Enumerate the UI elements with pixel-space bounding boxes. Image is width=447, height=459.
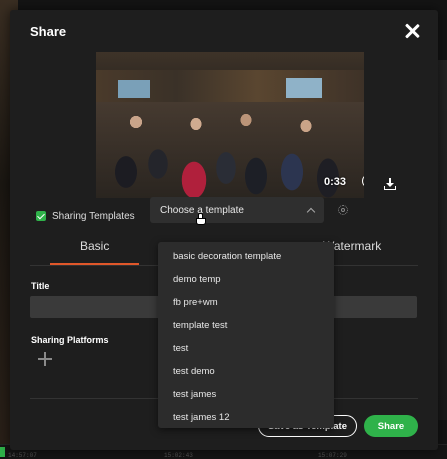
template-option[interactable]: fb pre+wm — [158, 291, 334, 314]
template-option[interactable]: test james 12 — [158, 406, 334, 429]
share-button[interactable]: Share — [364, 415, 418, 437]
share-modal: Share 0:33 Sharing Templates Choose a te… — [10, 10, 438, 450]
video-frame-screen — [118, 80, 150, 98]
video-preview[interactable]: 0:33 — [96, 52, 364, 198]
template-dropdown-menu: basic decoration template demo temp fb p… — [158, 242, 334, 428]
chevron-up-icon — [306, 207, 316, 216]
template-option[interactable]: template test — [158, 314, 334, 337]
plus-icon[interactable] — [38, 352, 52, 366]
modal-title: Share — [30, 24, 67, 39]
template-option[interactable]: test james — [158, 383, 334, 406]
timeline-tick-label: 15:02:43 — [164, 452, 193, 459]
template-option[interactable]: test demo — [158, 360, 334, 383]
sharing-platforms-label: Sharing Platforms — [31, 335, 109, 345]
template-select[interactable]: Choose a template — [150, 197, 324, 223]
title-label: Title — [31, 281, 50, 291]
sharing-templates-toggle[interactable]: Sharing Templates — [36, 206, 135, 226]
sharing-templates-checkbox[interactable] — [36, 211, 46, 221]
timeline-tick-label: 14:57:07 — [8, 452, 37, 459]
gear-icon[interactable] — [337, 204, 349, 216]
template-option[interactable]: test — [158, 337, 334, 360]
download-icon[interactable] — [384, 178, 396, 190]
mouse-cursor — [196, 213, 206, 225]
close-icon[interactable] — [404, 23, 420, 39]
video-frame-screen — [286, 78, 322, 98]
tab-basic[interactable]: Basic — [80, 239, 109, 253]
template-option[interactable]: demo temp — [158, 268, 334, 291]
timeline-tick-label: 15:07:29 — [318, 452, 347, 459]
template-option[interactable]: basic decoration template — [158, 245, 334, 268]
sharing-templates-label: Sharing Templates — [52, 210, 135, 222]
timeline-ticks: 14:57:07 15:02:43 15:07:29 — [0, 449, 447, 459]
video-duration: 0:33 — [324, 176, 347, 188]
